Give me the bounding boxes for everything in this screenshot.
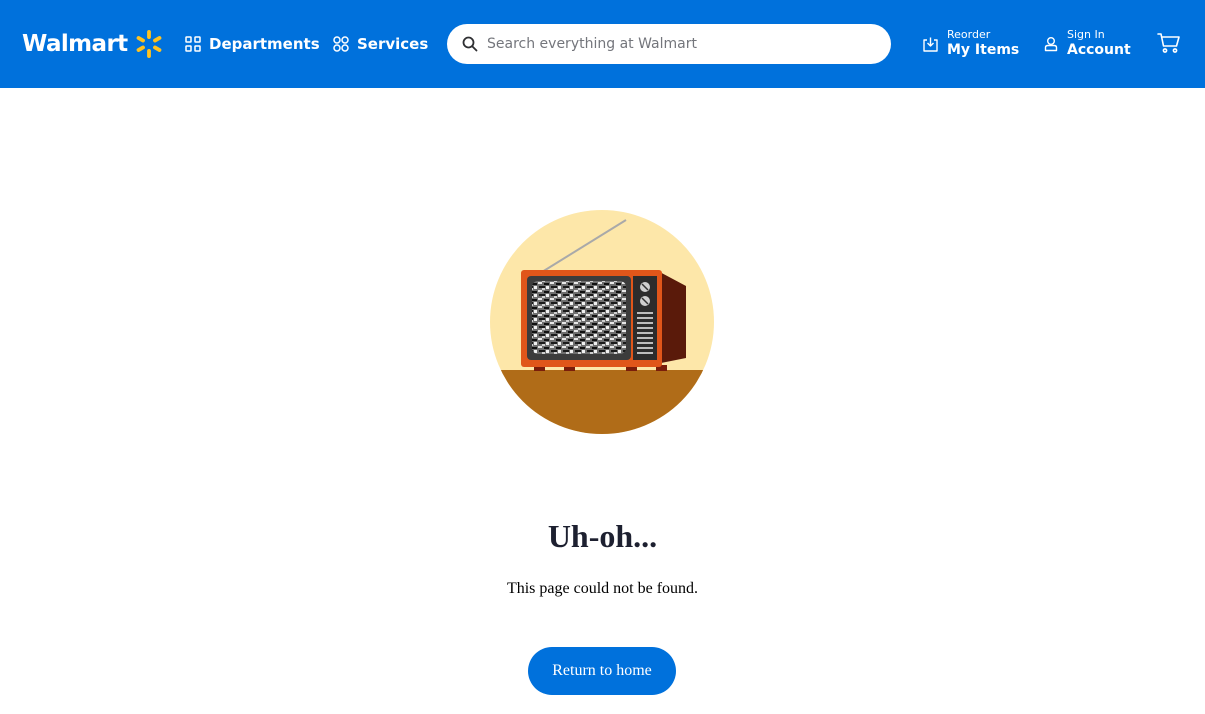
return-home-button[interactable]: Return to home (528, 647, 676, 695)
reorder-icon (923, 37, 938, 52)
error-title: Uh-oh... (547, 518, 658, 554)
cart-icon (1157, 33, 1180, 53)
departments-label: Departments (209, 35, 320, 53)
sign-in-label: Sign In (1067, 28, 1105, 42)
search-bar (447, 24, 891, 64)
my-items-label: My Items (947, 42, 1020, 59)
search-input[interactable] (487, 26, 891, 62)
search-icon[interactable] (462, 36, 478, 52)
error-message: This page could not be found. (506, 580, 699, 597)
services-button[interactable]: Services (333, 30, 428, 58)
user-icon (1044, 37, 1058, 52)
reorder-label: Reorder (947, 28, 991, 42)
sign-in-account[interactable]: Sign In Account (1043, 26, 1131, 62)
spark-icon (136, 30, 161, 58)
broken-tv-illustration (490, 210, 714, 434)
services-icon (333, 36, 349, 52)
site-header: Walmart Departments Services Search ever… (0, 0, 1205, 88)
logo-text: Walmart (22, 31, 128, 57)
services-label: Services (357, 35, 429, 53)
departments-button[interactable]: Departments (185, 30, 320, 58)
reorder-my-items[interactable]: Reorder My Items (922, 26, 1019, 62)
grid-icon (185, 36, 201, 52)
walmart-logo[interactable]: Walmart (22, 27, 164, 61)
account-label: Account (1067, 42, 1131, 59)
cart-button[interactable] (1157, 32, 1181, 59)
